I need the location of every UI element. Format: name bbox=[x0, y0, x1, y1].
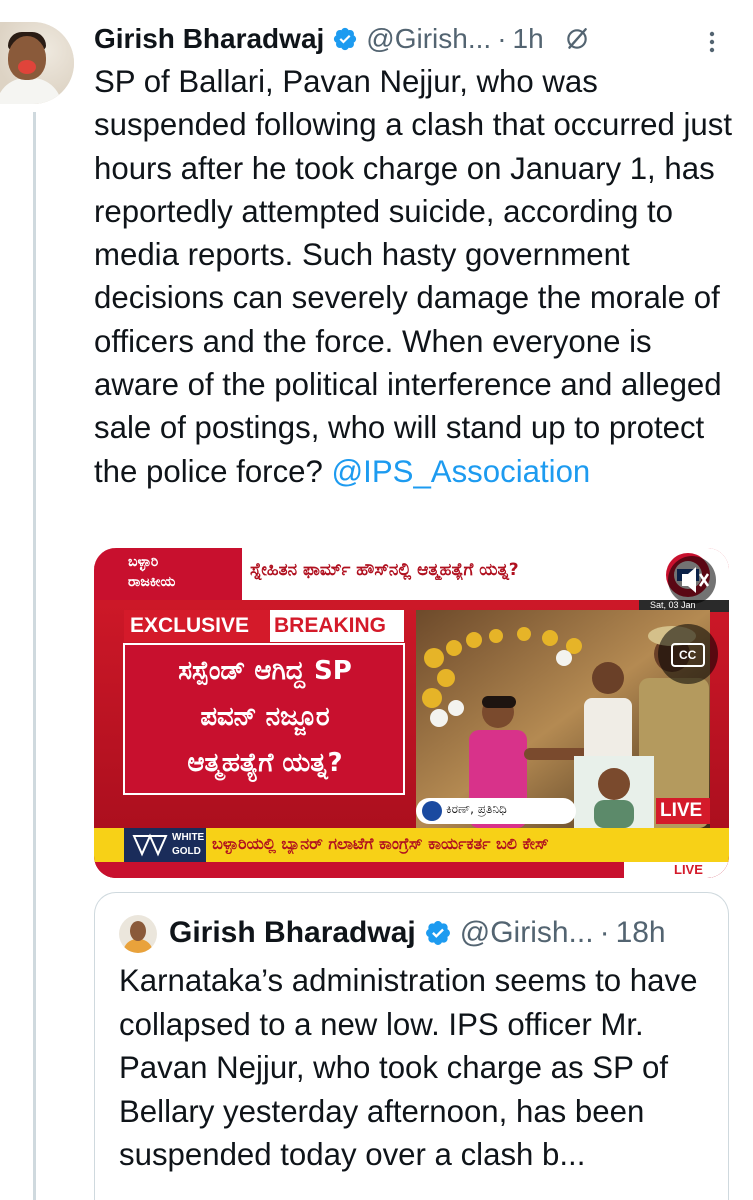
closed-captions-label: CC bbox=[679, 648, 697, 662]
quoted-tweet-header: Girish Bharadwaj @Girish... · 18h bbox=[169, 911, 666, 955]
main-headline-line1: ಸಸ್ಪೆಂಡ್ ಆಗಿದ್ದ SP bbox=[178, 656, 352, 686]
bottom-ticker: ಬಳ್ಳಾರಿಯಲ್ಲಿ ಬ್ಯಾನರ್ ಗಲಾಟೆಗೆ ಕಾಂಗ್ರೆಸ್ ಕ… bbox=[212, 834, 549, 853]
live-badge: LIVE bbox=[660, 800, 703, 821]
quoted-tweet[interactable]: Girish Bharadwaj @Girish... · 18h Karnat… bbox=[94, 892, 729, 1200]
mention-link[interactable]: @IPS_Association bbox=[332, 454, 591, 489]
verified-badge-icon bbox=[334, 27, 357, 51]
tweet-media-image[interactable]: ಬಳ್ಳಾರಿ ರಾಜಕೀಯ ಸ್ನೇಹಿತನ ಫಾರ್ಮ್ ಹೌಸ್‌ನಲ್ಲ… bbox=[94, 548, 729, 878]
quoted-author-avatar[interactable] bbox=[119, 915, 157, 953]
main-headline-line2: ಪವನ್ ನಜ್ಜೂರ bbox=[200, 702, 330, 732]
tweet-text: SP of Ballari, Pavan Nejjur, who was sus… bbox=[94, 60, 744, 493]
breaking-label: BREAKING bbox=[274, 614, 387, 637]
quoted-author-name[interactable]: Girish Bharadwaj bbox=[169, 916, 416, 950]
top-headline: ಸ್ನೇಹಿತನ ಫಾರ್ಮ್ ಹೌಸ್‌ನಲ್ಲಿ ಆತ್ಮಹತ್ಯೆಗೆ ಯ… bbox=[250, 560, 519, 580]
channel-logo-line2: ರಾಜಕೀಯ bbox=[128, 574, 176, 590]
thread-line bbox=[33, 112, 36, 1200]
author-handle[interactable]: @Girish... bbox=[366, 23, 491, 55]
quoted-tweet-time[interactable]: 18h bbox=[616, 916, 666, 950]
sponsor-line2: GOLD bbox=[172, 846, 201, 857]
quoted-tweet-text: Karnataka’s administration seems to have… bbox=[119, 963, 698, 1172]
date-stamp: Sat, 03 Jan bbox=[650, 600, 696, 610]
reporter-caption: ಕಿರಣ್, ಪ್ರತಿನಿಧಿ bbox=[446, 802, 507, 816]
separator-dot: · bbox=[497, 23, 507, 54]
bottom-live-label: LIVE bbox=[674, 862, 703, 877]
tweet-header: Girish Bharadwaj @Girish... · 1h bbox=[94, 18, 734, 60]
grok-icon[interactable] bbox=[564, 26, 590, 52]
channel-logo-line1: ಬಳ್ಳಾರಿ bbox=[128, 554, 159, 570]
tweet-body: SP of Ballari, Pavan Nejjur, who was sus… bbox=[94, 64, 732, 489]
sponsor-line1: WHITE bbox=[172, 832, 205, 843]
main-headline-line3: ಆತ್ಮಹತ್ಯೆಗೆ ಯತ್ನ? bbox=[187, 748, 343, 778]
quoted-author-handle[interactable]: @Girish... bbox=[460, 916, 594, 950]
exclusive-label: EXCLUSIVE bbox=[130, 614, 250, 637]
verified-badge-icon bbox=[425, 921, 450, 945]
tweet-time[interactable]: 1h bbox=[513, 23, 544, 55]
separator-dot: · bbox=[599, 916, 610, 949]
more-options-icon[interactable] bbox=[700, 28, 724, 56]
author-avatar[interactable] bbox=[0, 22, 74, 104]
author-name[interactable]: Girish Bharadwaj bbox=[94, 23, 324, 55]
